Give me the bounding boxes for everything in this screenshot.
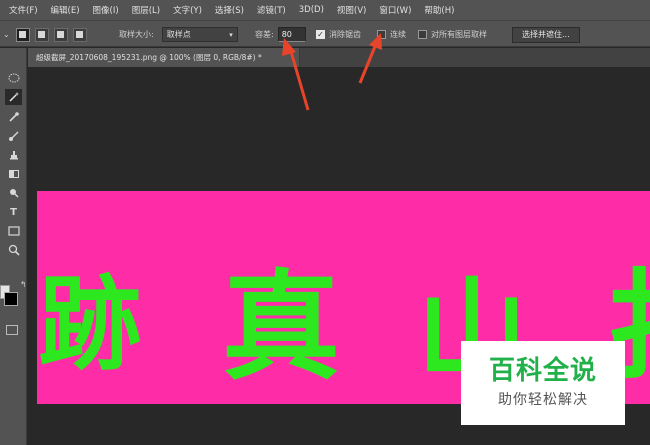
menu-select[interactable]: 选择(S): [215, 4, 244, 16]
antialias-group: ✓ 消除锯齿: [316, 21, 361, 48]
tolerance-group: 容差: 80: [255, 21, 306, 48]
select-mask-group: 选择并遮住...: [512, 21, 580, 48]
menu-3d[interactable]: 3D(D): [299, 5, 324, 15]
sample-size-group: 取样大小: 取样点 ▾: [119, 21, 238, 48]
chevron-down-icon: ▾: [229, 30, 233, 39]
background-color-swatch[interactable]: [4, 292, 18, 306]
text-tool-icon[interactable]: T: [5, 204, 22, 220]
watermark-title: 百科全说: [488, 355, 597, 386]
swap-colors-icon[interactable]: ↰: [20, 280, 27, 289]
select-and-mask-button[interactable]: 选择并遮住...: [512, 26, 580, 43]
tolerance-label: 容差:: [255, 30, 274, 39]
contiguous-checkbox[interactable]: [377, 30, 386, 39]
watermark-logo: 百科全说 助你轻松解决: [461, 341, 625, 425]
eyedropper-icon[interactable]: [5, 109, 22, 125]
menu-layer[interactable]: 图层(L): [132, 4, 160, 16]
all-layers-checkbox[interactable]: [418, 30, 427, 39]
subtract-from-selection-icon[interactable]: [53, 27, 68, 42]
menu-help[interactable]: 帮助(H): [424, 4, 454, 16]
tool-preset-group: ⌄: [3, 21, 92, 48]
dodge-icon[interactable]: [5, 185, 22, 201]
options-bar: ⌄ 取样大小: 取样点 ▾ 容差: 80 ✓ 消除锯齿 连续 对所有图层取样 选…: [0, 20, 650, 47]
document-tab[interactable]: 超级截屏_20170608_195231.png @ 100% (图层 0, R…: [28, 48, 300, 67]
intersect-selection-icon[interactable]: [72, 27, 87, 42]
contiguous-label: 连续: [390, 30, 406, 39]
menu-type[interactable]: 文字(Y): [173, 4, 202, 16]
menu-bar: 文件(F) 编辑(E) 图像(I) 图层(L) 文字(Y) 选择(S) 滤镜(T…: [0, 0, 650, 20]
menu-image[interactable]: 图像(I): [93, 4, 119, 16]
sample-size-select[interactable]: 取样点 ▾: [161, 27, 238, 42]
canvas-glyph-1: 跡: [39, 265, 141, 385]
all-layers-group: 对所有图层取样: [418, 21, 487, 48]
menu-file[interactable]: 文件(F): [9, 4, 38, 16]
add-to-selection-icon[interactable]: [34, 27, 49, 42]
sample-size-value: 取样点: [166, 30, 191, 39]
elliptical-marquee-icon[interactable]: [5, 70, 22, 86]
menu-edit[interactable]: 编辑(E): [51, 4, 80, 16]
sample-size-label: 取样大小:: [119, 30, 154, 39]
chevron-down-icon[interactable]: ⌄: [3, 30, 10, 39]
document-tab-title: 超级截屏_20170608_195231.png @ 100% (图层 0, R…: [36, 53, 262, 62]
rectangle-shape-icon[interactable]: [5, 223, 22, 239]
quick-mask-icon[interactable]: [6, 325, 18, 335]
menu-filter[interactable]: 滤镜(T): [257, 4, 286, 16]
canvas-glyph-2: 真: [222, 257, 341, 396]
menu-view[interactable]: 视图(V): [337, 4, 366, 16]
clone-stamp-icon[interactable]: [5, 147, 22, 163]
new-selection-icon[interactable]: [15, 27, 30, 42]
zoom-icon[interactable]: [5, 242, 22, 258]
tools-panel: T ↰: [0, 48, 27, 445]
contiguous-group: 连续: [377, 21, 406, 48]
all-layers-label: 对所有图层取样: [431, 30, 487, 39]
watermark-subtitle: 助你轻松解决: [498, 392, 588, 409]
magic-wand-icon[interactable]: [5, 89, 22, 105]
tolerance-input[interactable]: 80: [277, 27, 306, 42]
gradient-icon[interactable]: [5, 166, 22, 182]
menu-window[interactable]: 窗口(W): [379, 4, 411, 16]
document-tab-bar: 超级截屏_20170608_195231.png @ 100% (图层 0, R…: [28, 48, 650, 67]
brush-icon[interactable]: [5, 128, 22, 144]
antialias-checkbox[interactable]: ✓: [316, 30, 325, 39]
antialias-label: 消除锯齿: [329, 30, 361, 39]
